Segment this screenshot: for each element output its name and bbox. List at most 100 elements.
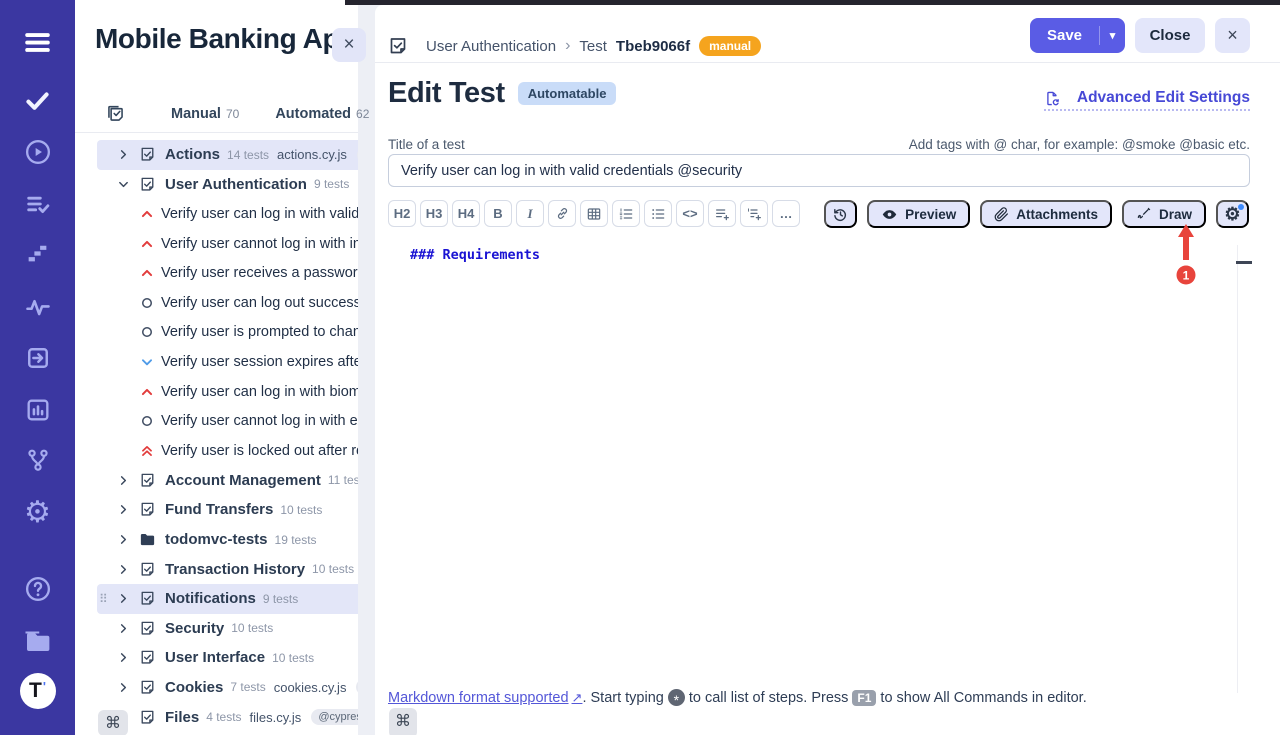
- panel-command-key[interactable]: ⌘: [98, 710, 128, 735]
- sidebar-steps-icon[interactable]: [0, 241, 75, 266]
- suite-test-count: 10 tests: [312, 562, 354, 576]
- tab-manual[interactable]: Manual 70: [171, 106, 239, 122]
- suite-test-count: 10 tests: [272, 651, 314, 665]
- table-button[interactable]: [580, 200, 608, 227]
- attachments-button[interactable]: Attachments: [980, 200, 1112, 228]
- tree-suite-row[interactable]: todomvc-tests19 tests: [97, 525, 358, 555]
- top-dark-strip: [345, 0, 1280, 5]
- editor-scroll-thumb[interactable]: [1236, 261, 1252, 264]
- tree-suite-row[interactable]: User Interface10 tests: [97, 643, 358, 673]
- suite-test-count: 9 tests: [314, 177, 349, 191]
- editor-command-key[interactable]: ⌘: [389, 708, 417, 735]
- code-button[interactable]: <>: [676, 200, 704, 227]
- heading2-button[interactable]: H2: [388, 200, 416, 227]
- test-label: Verify user session expires after: [161, 354, 358, 370]
- drag-handle-icon[interactable]: ⠿: [99, 592, 106, 606]
- tree-test-row[interactable]: Verify user cannot log in with inv: [97, 229, 358, 259]
- attachments-button-label: Attachments: [1016, 207, 1098, 222]
- tree-suite-row[interactable]: Fund Transfers10 tests: [97, 495, 358, 525]
- close-button[interactable]: Close: [1135, 18, 1205, 53]
- tab-automated[interactable]: Automated 62: [275, 106, 369, 122]
- heading3-button[interactable]: H3: [420, 200, 448, 227]
- suite-doc-icon: [139, 472, 156, 489]
- tree-test-row[interactable]: Verify user can log out successfu: [97, 288, 358, 318]
- sidebar-branch-icon[interactable]: [0, 447, 75, 473]
- bullet-list-button[interactable]: [644, 200, 672, 227]
- advanced-edit-settings-link[interactable]: Advanced Edit Settings: [1044, 89, 1250, 111]
- chevron-right-icon[interactable]: [118, 564, 130, 575]
- test-label: Verify user can log in with biom: [161, 384, 358, 400]
- sidebar-gear-icon[interactable]: ⚙: [0, 498, 75, 528]
- italic-button[interactable]: I: [516, 200, 544, 227]
- more-formats-button[interactable]: …: [772, 200, 800, 227]
- sidebar-menu-icon[interactable]: [0, 27, 75, 58]
- sidebar-folder-icon[interactable]: [0, 626, 75, 656]
- suite-label: Cookies: [165, 679, 223, 696]
- chevron-right-icon[interactable]: [118, 534, 130, 545]
- suite-doc-icon: [139, 709, 156, 726]
- app-logo: T': [0, 673, 75, 709]
- tree-test-row[interactable]: Verify user is locked out after re: [97, 436, 358, 466]
- tree-suite-row[interactable]: Files4 testsfiles.cy.js@cypress: [97, 702, 358, 732]
- chevron-right-icon[interactable]: [118, 475, 130, 486]
- add-numbered-steps-button[interactable]: [740, 200, 768, 227]
- sidebar-help-icon[interactable]: [0, 575, 75, 603]
- page-title-row: Edit Test Automatable: [388, 77, 616, 110]
- chevron-right-icon[interactable]: [118, 682, 130, 693]
- sidebar-task-list-icon[interactable]: [0, 190, 75, 218]
- chevron-down-icon[interactable]: [118, 179, 130, 190]
- chevron-right-icon[interactable]: [118, 593, 130, 604]
- tree-suite-row[interactable]: ⠿Notifications9 tests: [97, 584, 358, 614]
- project-title: Mobile Banking Ap: [95, 23, 355, 55]
- bold-button[interactable]: B: [484, 200, 512, 227]
- chevron-right-icon[interactable]: [118, 623, 130, 634]
- test-label: Verify user can log in with valid creden…: [161, 206, 358, 222]
- tree-suite-row[interactable]: Cookies7 testscookies.cy.js@cypress: [97, 673, 358, 703]
- sidebar-activity-icon[interactable]: [0, 293, 75, 321]
- test-title-input[interactable]: [388, 154, 1250, 187]
- tree-test-row[interactable]: Verify user can log in with valid creden…: [97, 199, 358, 229]
- suite-doc-icon: [139, 501, 156, 518]
- panel-close-button[interactable]: ×: [332, 28, 366, 62]
- preview-button[interactable]: Preview: [867, 200, 970, 228]
- tree-test-row[interactable]: Verify user session expires after: [97, 347, 358, 377]
- tree-test-row[interactable]: Verify user can log in with biom: [97, 377, 358, 407]
- sidebar-check-icon[interactable]: [0, 86, 75, 115]
- chevron-right-icon[interactable]: [118, 652, 130, 663]
- link-button[interactable]: [548, 200, 576, 227]
- footer-text-3: to show All Commands in editor.: [880, 690, 1086, 706]
- heading4-button[interactable]: H4: [452, 200, 480, 227]
- markdown-link[interactable]: Markdown format supported↗: [388, 690, 582, 706]
- page-title: Edit Test: [388, 77, 505, 110]
- sidebar-report-chart-icon[interactable]: [0, 396, 75, 424]
- x-button[interactable]: ×: [1215, 18, 1250, 53]
- tree-test-row[interactable]: Verify user cannot log in with ex: [97, 406, 358, 436]
- editor-content[interactable]: ### Requirements: [410, 247, 540, 263]
- chevron-right-icon[interactable]: [118, 504, 130, 515]
- suite-test-count: 4 tests: [206, 710, 241, 724]
- tree-suite-row[interactable]: Account Management11 tests: [97, 466, 358, 496]
- save-button[interactable]: Save ▾: [1030, 18, 1125, 53]
- sidebar-play-circle-icon[interactable]: [0, 138, 75, 166]
- tree-suite-row[interactable]: Transaction History10 tests: [97, 554, 358, 584]
- ordered-list-button[interactable]: [612, 200, 640, 227]
- tree-suite-row[interactable]: Actions14 testsactions.cy.js@cypress: [97, 140, 358, 170]
- add-steps-button[interactable]: [708, 200, 736, 227]
- breadcrumb-separator: ›: [565, 37, 570, 55]
- suite-label: User Authentication: [165, 176, 307, 193]
- priority-high-icon: [140, 266, 155, 280]
- chevron-right-icon[interactable]: [118, 149, 130, 160]
- sidebar-sign-in-icon[interactable]: [0, 344, 75, 372]
- tree-suite-row[interactable]: User Authentication 9 tests: [97, 170, 358, 200]
- breadcrumb-suite[interactable]: User Authentication: [426, 38, 556, 55]
- tree-suite-row[interactable]: Security10 tests: [97, 614, 358, 644]
- tree-test-row[interactable]: Verify user is prompted to chang: [97, 318, 358, 348]
- suite-file-name: files.cy.js: [250, 710, 302, 725]
- footer-text-1: . Start typing: [582, 690, 663, 706]
- suite-label: Fund Transfers: [165, 501, 273, 518]
- save-dropdown-caret[interactable]: ▾: [1100, 29, 1125, 42]
- editor-scroll-track: [1237, 245, 1238, 693]
- tree-test-row[interactable]: Verify user receives a password r: [97, 258, 358, 288]
- editor-settings-button[interactable]: ⚙: [1216, 200, 1249, 228]
- history-button[interactable]: [824, 200, 857, 228]
